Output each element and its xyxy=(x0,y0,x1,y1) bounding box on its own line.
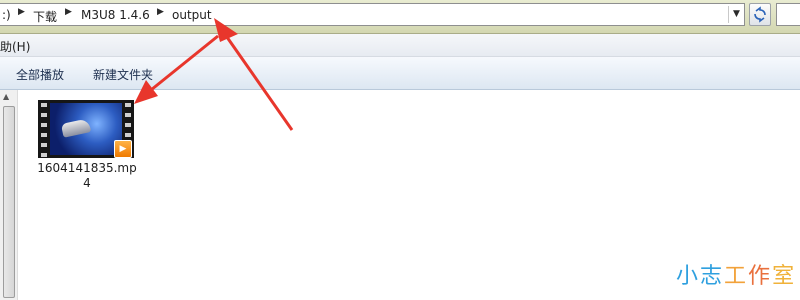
vertical-scrollbar[interactable]: ▲ xyxy=(0,90,18,300)
refresh-button[interactable] xyxy=(749,3,771,26)
watermark-char: 小 xyxy=(676,264,701,289)
play-all-button[interactable]: 全部播放 xyxy=(16,66,64,83)
chevron-right-icon[interactable]: ▶ xyxy=(157,7,164,17)
menu-item-help[interactable]: 助(H) xyxy=(0,38,30,55)
video-scene xyxy=(60,118,92,138)
watermark-char: 志 xyxy=(700,264,725,289)
new-folder-button[interactable]: 新建文件夹 xyxy=(93,66,153,83)
media-player-icon: ▶ xyxy=(114,140,132,158)
refresh-icon xyxy=(754,6,766,23)
watermark-logo: 小志工作室 xyxy=(676,258,796,290)
video-frame xyxy=(50,103,122,155)
scroll-up-icon[interactable]: ▲ xyxy=(3,92,9,101)
film-strip-edge xyxy=(38,100,50,158)
address-bar[interactable]: :) ▶ 下载 ▶ M3U8 1.4.6 ▶ output ▼ xyxy=(0,3,745,26)
address-toolbar: :) ▶ 下载 ▶ M3U8 1.4.6 ▶ output ▼ 搜 xyxy=(0,0,800,34)
breadcrumb-m3u8[interactable]: M3U8 1.4.6 xyxy=(81,8,150,22)
chevron-right-icon[interactable]: ▶ xyxy=(65,7,72,17)
watermark-char: 工 xyxy=(724,264,749,289)
file-name-label: 1604141835.mp4 xyxy=(37,161,137,190)
chevron-right-icon[interactable]: ▶ xyxy=(18,7,25,17)
watermark-char: 作 xyxy=(748,264,773,289)
watermark-char: 室 xyxy=(772,264,797,289)
command-toolbar: 全部播放 新建文件夹 xyxy=(0,57,800,90)
menu-bar: 助(H) xyxy=(0,34,800,57)
breadcrumb-drive[interactable]: :) xyxy=(2,8,11,22)
file-item-video[interactable]: ▶ 1604141835.mp4 xyxy=(34,96,140,196)
search-input[interactable]: 搜 xyxy=(776,3,800,26)
breadcrumb-output[interactable]: output xyxy=(172,8,212,22)
scrollbar-thumb[interactable] xyxy=(3,106,15,298)
breadcrumb-downloads[interactable]: 下载 xyxy=(33,8,57,25)
chevron-down-icon[interactable]: ▼ xyxy=(728,6,744,23)
